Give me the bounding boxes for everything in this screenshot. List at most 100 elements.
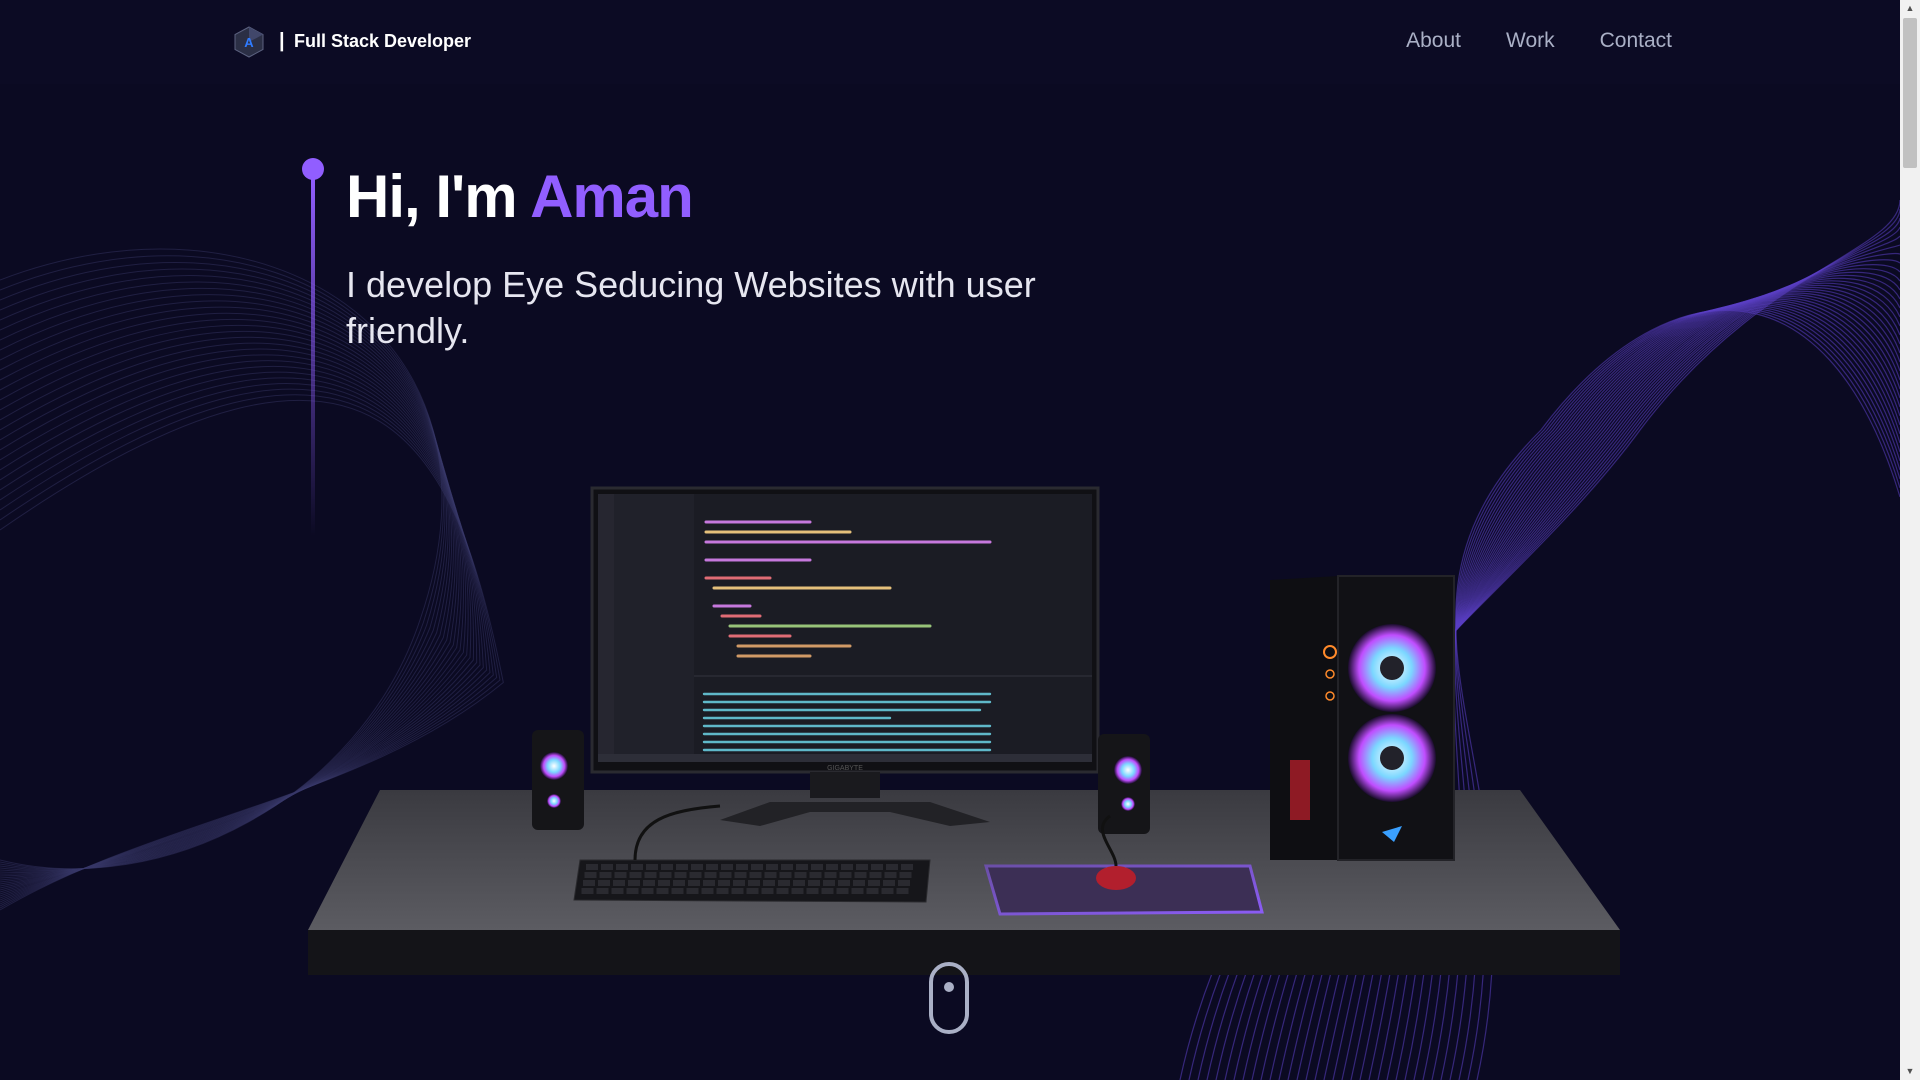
keyboard-key — [821, 888, 834, 894]
keyboard-key — [614, 872, 627, 878]
keyboard-key — [793, 880, 805, 886]
keyboard-key — [781, 864, 793, 870]
keyboard-key — [896, 888, 909, 894]
scroll-up-arrow-icon[interactable]: ▲ — [1900, 0, 1920, 17]
keyboard-key — [611, 888, 624, 894]
gaming-mouse — [1096, 866, 1136, 890]
keyboard-key — [716, 888, 729, 894]
keyboard-key — [806, 888, 819, 894]
keyboard-key — [584, 872, 597, 878]
keyboard-key — [659, 872, 672, 878]
keyboard-key — [839, 872, 852, 878]
keyboard-key — [791, 888, 804, 894]
scroll-dot — [944, 982, 954, 992]
keyboard-key — [851, 888, 864, 894]
keyboard-key — [776, 888, 789, 894]
keyboard-key — [748, 880, 760, 886]
keyboard-key — [866, 888, 879, 894]
keyboard-key — [583, 880, 595, 886]
keyboard-key — [854, 872, 867, 878]
keyboard-key — [761, 888, 774, 894]
keyboard-key — [733, 880, 745, 886]
keyboard-key — [826, 864, 838, 870]
keyboard-key — [898, 880, 910, 886]
keyboard-key — [719, 872, 732, 878]
keyboard-key — [599, 872, 612, 878]
keyboard-key — [883, 880, 895, 886]
monitor-stand — [810, 772, 880, 798]
scrollbar-thumb[interactable] — [1903, 18, 1917, 168]
keyboard-key — [596, 888, 609, 894]
keyboard-key — [629, 872, 642, 878]
keyboard-key — [643, 880, 655, 886]
keyboard-key — [856, 864, 868, 870]
nav-links: About Work Contact — [1406, 29, 1672, 53]
keyboard-key — [704, 872, 717, 878]
desk-setup-illustration[interactable]: GIGABYTE — [290, 480, 1650, 980]
keyboard-key — [899, 872, 912, 878]
keyboard-key — [871, 864, 883, 870]
keyboard-key — [673, 880, 685, 886]
keyboard-key — [671, 888, 684, 894]
keyboard-key — [601, 864, 613, 870]
keyboard-key — [901, 864, 913, 870]
keyboard-key — [766, 864, 778, 870]
keyboard-key — [841, 864, 853, 870]
keyboard-key — [853, 880, 865, 886]
keyboard-key — [628, 880, 640, 886]
editor-sidebar — [598, 494, 614, 762]
nav-about-link[interactable]: About — [1406, 29, 1461, 53]
keyboard-key — [646, 864, 658, 870]
keyboard-key — [686, 888, 699, 894]
page: A | Full Stack Developer About Work Cont… — [0, 0, 1900, 1080]
keyboard-key — [689, 872, 702, 878]
keyboard-key — [731, 888, 744, 894]
keyboard-key — [688, 880, 700, 886]
keyboard-key — [661, 864, 673, 870]
keyboard-key — [764, 872, 777, 878]
keyboard-key — [721, 864, 733, 870]
keyboard-key — [581, 888, 594, 894]
nav-work-link[interactable]: Work — [1506, 29, 1555, 53]
hero-title: Hi, I'm Aman — [346, 162, 694, 231]
keyboard-key — [779, 872, 792, 878]
keyboard-key — [616, 864, 628, 870]
logo-hexagon-icon[interactable]: A — [234, 26, 264, 58]
keyboard-key — [734, 872, 747, 878]
keyboard-key — [718, 880, 730, 886]
keyboard-key — [746, 888, 759, 894]
keyboard-key — [881, 888, 894, 894]
keyboard-key — [808, 880, 820, 886]
keyboard-key — [701, 888, 714, 894]
mouse-scroll-icon[interactable] — [929, 962, 969, 1034]
brand-title[interactable]: Full Stack Developer — [294, 31, 471, 52]
keyboard-key — [658, 880, 670, 886]
keyboard-key — [886, 864, 898, 870]
keyboard-key — [613, 880, 625, 886]
keyboard-key — [763, 880, 775, 886]
keyboard-key — [868, 880, 880, 886]
keyboard-key — [884, 872, 897, 878]
hero-name: Aman — [530, 163, 694, 230]
nav-contact-link[interactable]: Contact — [1600, 29, 1672, 53]
keyboard-key — [736, 864, 748, 870]
monitor-brand-label: GIGABYTE — [827, 765, 863, 772]
keyboard-key — [823, 880, 835, 886]
keyboard-key — [703, 880, 715, 886]
page-scrollbar[interactable]: ▲ ▼ — [1900, 0, 1920, 1080]
keyboard-key — [644, 872, 657, 878]
keyboard-key — [796, 864, 808, 870]
scroll-down-arrow-icon[interactable]: ▼ — [1900, 1063, 1920, 1080]
keyboard-key — [676, 864, 688, 870]
keyboard-key — [749, 872, 762, 878]
keyboard-key — [838, 880, 850, 886]
keyboard-key — [869, 872, 882, 878]
left-speaker — [532, 730, 584, 830]
keyboard-key — [824, 872, 837, 878]
keyboard-key — [706, 864, 718, 870]
keyboard-key — [691, 864, 703, 870]
editor-statusbar — [598, 754, 1092, 762]
logo-letter: A — [244, 35, 254, 50]
keyboard-key — [631, 864, 643, 870]
keyboard-key — [794, 872, 807, 878]
